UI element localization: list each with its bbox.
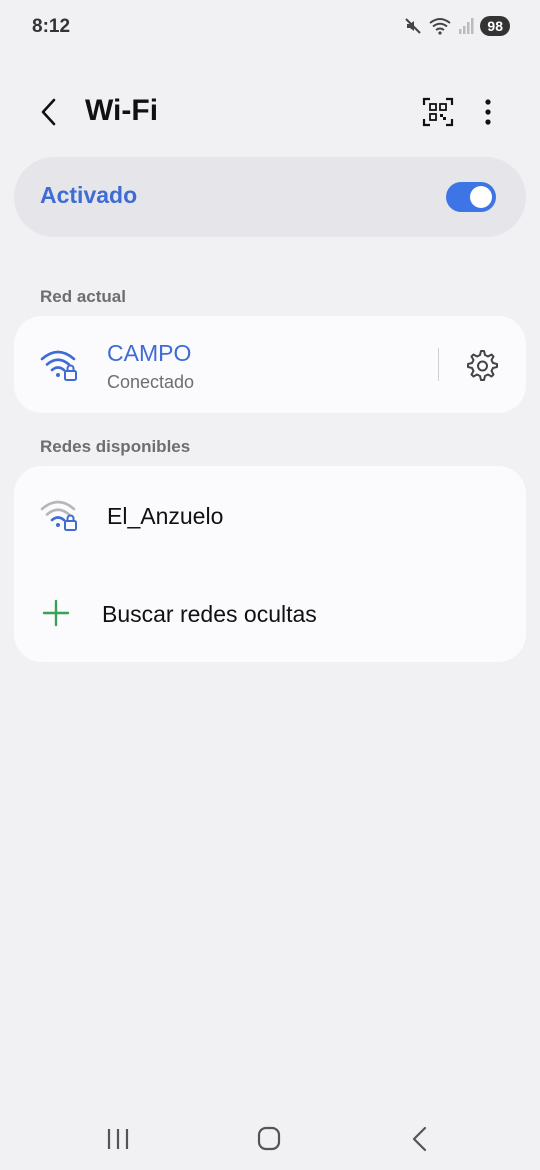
section-label-current: Red actual bbox=[40, 287, 126, 306]
divider bbox=[438, 348, 439, 381]
wifi-lock-icon bbox=[40, 500, 77, 531]
add-hidden-network-button[interactable]: Buscar redes ocultas bbox=[14, 564, 526, 662]
mute-icon bbox=[405, 18, 422, 34]
app-header: Wi-Fi bbox=[0, 80, 540, 144]
wifi-icon bbox=[429, 18, 452, 35]
network-name: El_Anzuelo bbox=[107, 503, 224, 529]
recent-apps-icon[interactable] bbox=[98, 1124, 138, 1154]
battery-icon: 98 bbox=[480, 16, 510, 36]
more-options-icon[interactable] bbox=[472, 94, 504, 130]
plus-icon bbox=[42, 599, 70, 627]
current-network-name[interactable]: CAMPO bbox=[107, 340, 191, 367]
list-item[interactable]: El_Anzuelo bbox=[14, 466, 526, 564]
wifi-switch[interactable] bbox=[446, 182, 496, 212]
page-title: Wi-Fi bbox=[85, 94, 159, 127]
back-arrow-icon[interactable] bbox=[34, 94, 66, 130]
wifi-master-toggle[interactable]: Activado bbox=[14, 157, 526, 237]
wifi-lock-icon bbox=[40, 350, 77, 381]
available-networks-card: El_Anzuelo Buscar redes ocultas bbox=[14, 466, 526, 662]
navigation-bar bbox=[0, 1108, 540, 1168]
home-icon[interactable] bbox=[249, 1124, 289, 1154]
qr-code-icon[interactable] bbox=[422, 96, 454, 128]
status-icons: 98 bbox=[404, 16, 510, 36]
current-network-card: CAMPO Conectado bbox=[14, 316, 526, 413]
toggle-label: Activado bbox=[40, 182, 138, 208]
current-network-status: Conectado bbox=[107, 372, 195, 392]
switch-knob bbox=[470, 186, 492, 208]
section-label-available: Redes disponibles bbox=[40, 437, 191, 456]
signal-icon bbox=[459, 18, 474, 34]
back-icon[interactable] bbox=[400, 1124, 440, 1154]
add-hidden-network-label: Buscar redes ocultas bbox=[102, 601, 317, 627]
status-bar: 8:12 98 bbox=[0, 0, 540, 56]
gear-icon[interactable] bbox=[463, 347, 499, 383]
status-time: 8:12 bbox=[32, 16, 71, 37]
